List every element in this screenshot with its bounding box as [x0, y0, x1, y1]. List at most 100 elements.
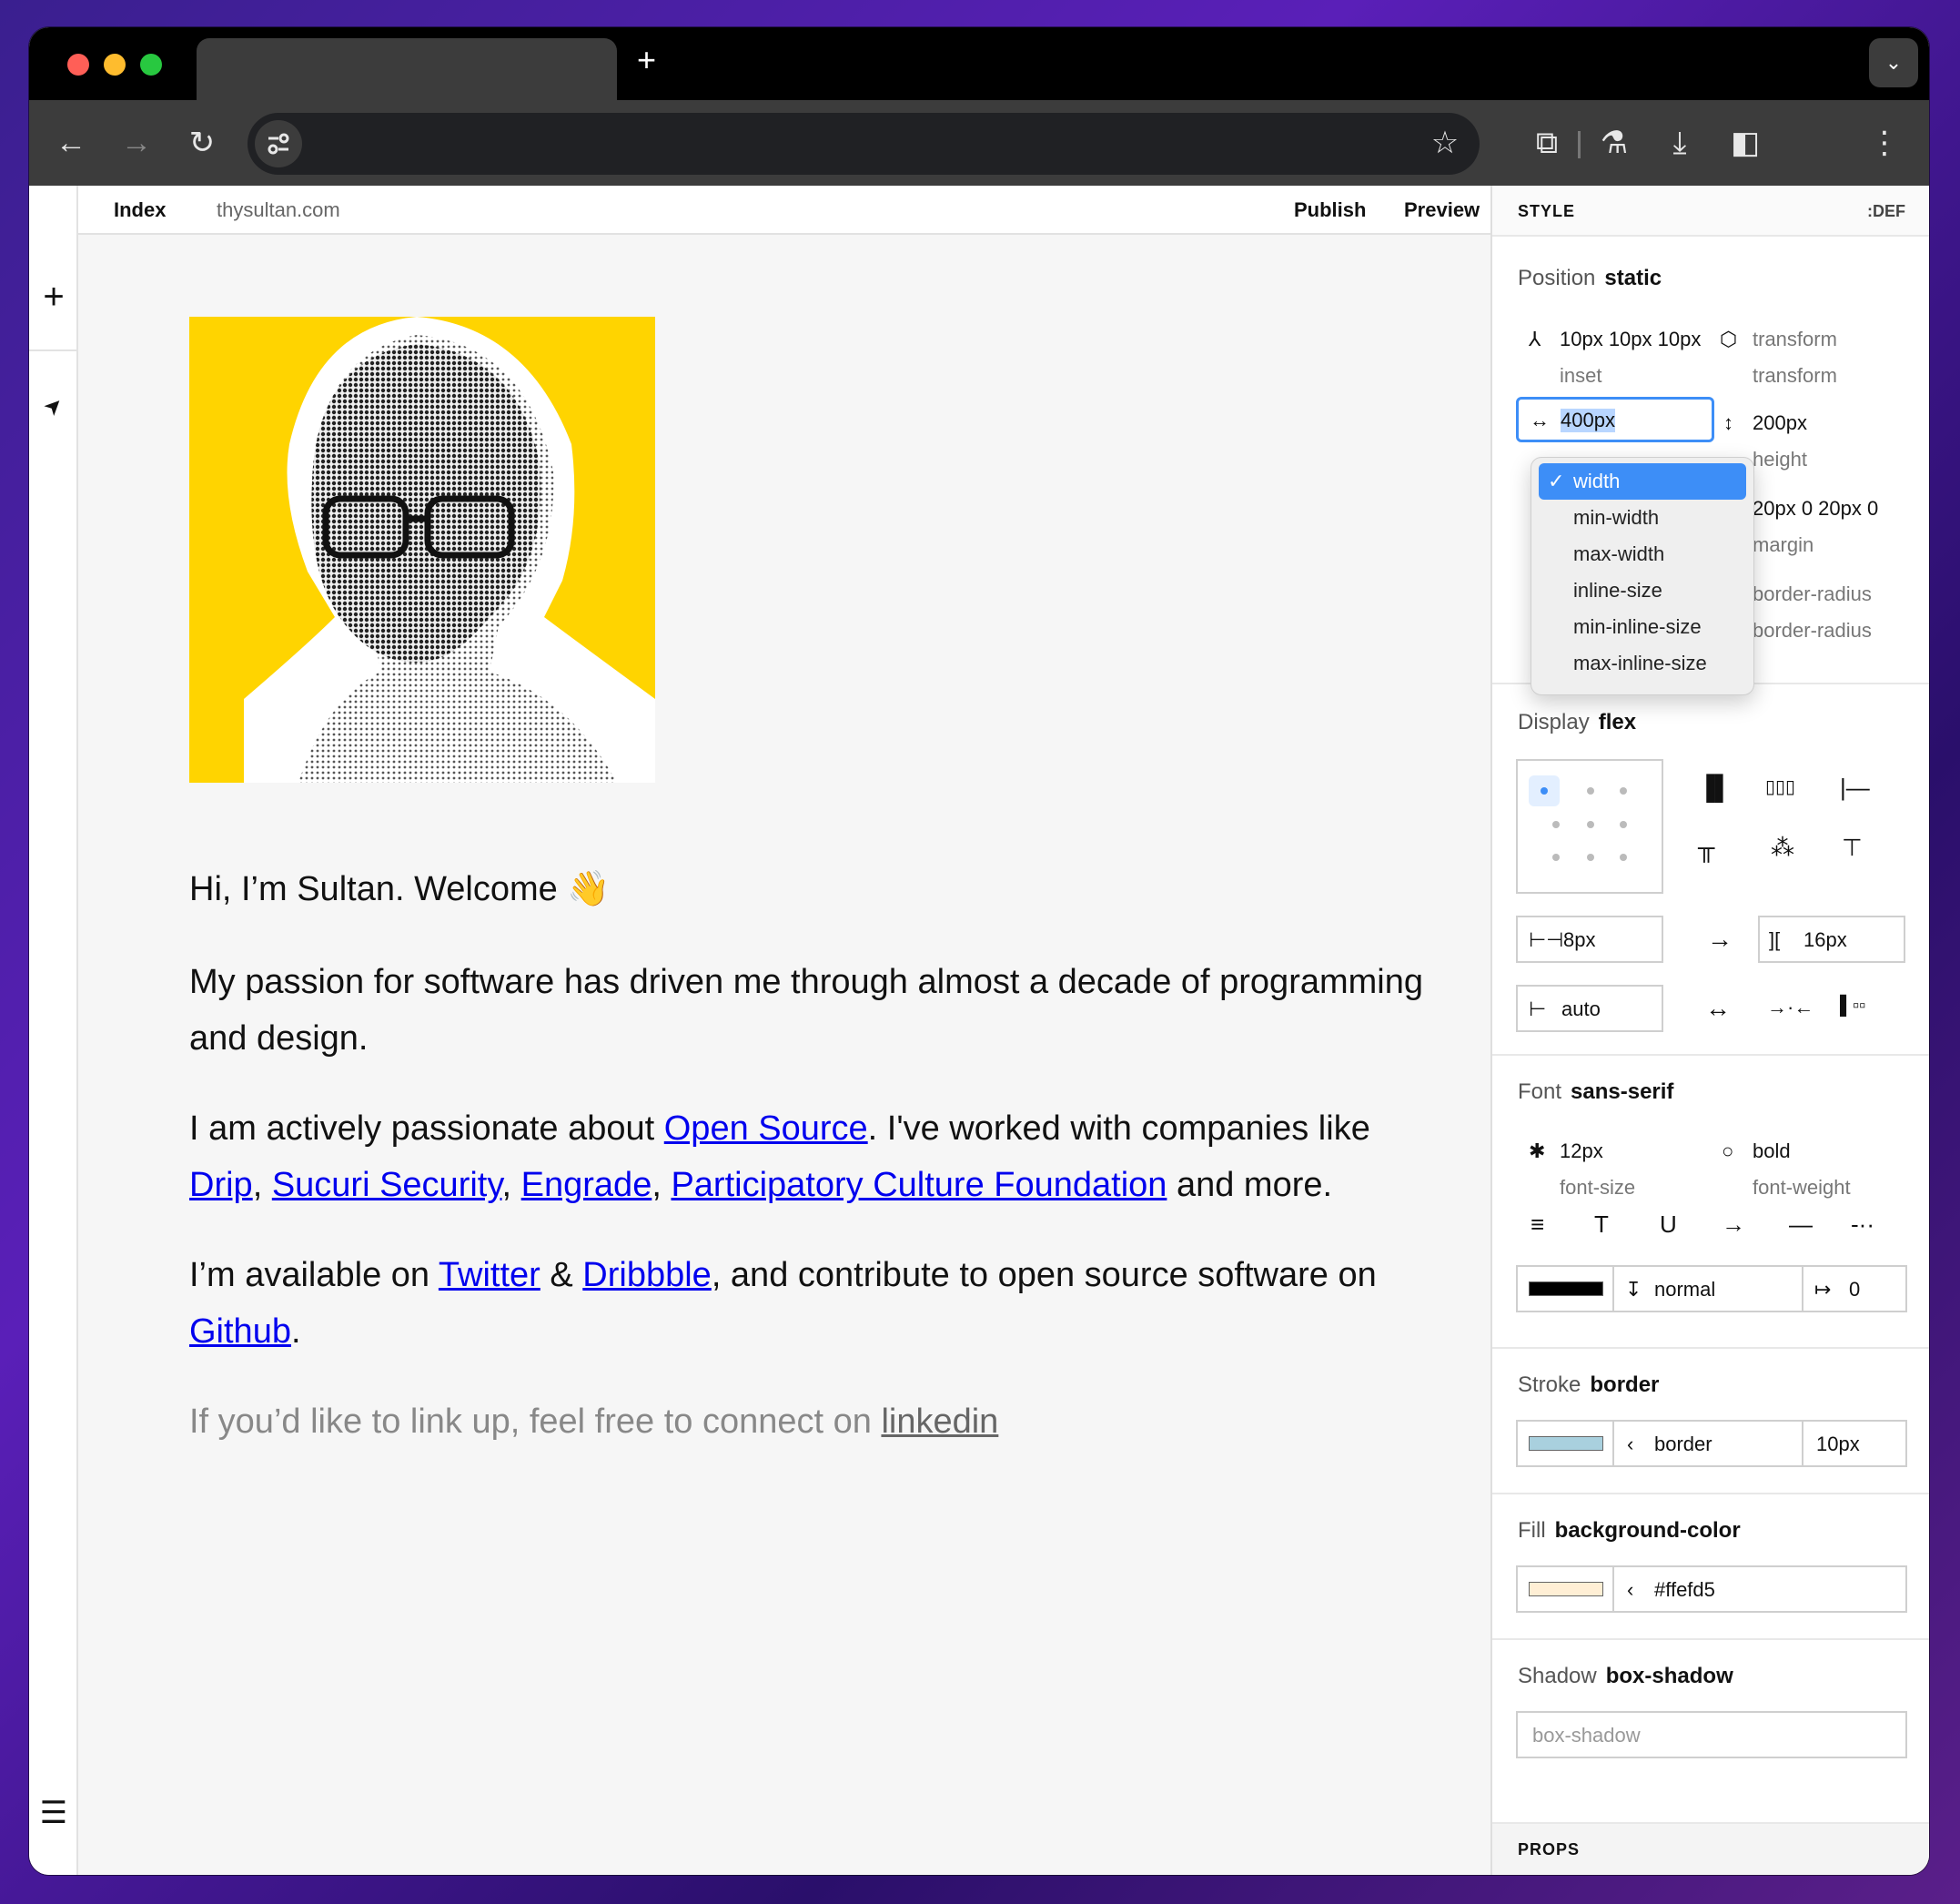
text-align-icon[interactable]: ≡ [1531, 1210, 1544, 1239]
drip-link[interactable]: Drip [189, 1166, 253, 1204]
back-button[interactable]: ← [51, 127, 91, 158]
maximize-window-button[interactable] [140, 54, 162, 76]
stroke-color-swatch[interactable] [1529, 1436, 1603, 1451]
text-overflow-icon[interactable]: -·· [1851, 1210, 1874, 1239]
pcf-link[interactable]: Participatory Culture Foundation [671, 1166, 1167, 1204]
browser-tab[interactable] [197, 38, 617, 100]
fill-value[interactable]: background-color [1555, 1518, 1741, 1543]
site-settings-icon[interactable] [255, 120, 302, 167]
fill-color-input[interactable]: #ffefd5 [1654, 1578, 1715, 1602]
inset-input[interactable]: 10px 10px 10px [1560, 328, 1702, 351]
minimize-window-button[interactable] [104, 54, 126, 76]
add-element-icon[interactable]: + [29, 277, 78, 318]
page-title[interactable]: Index [114, 198, 166, 222]
paragraph-open-source: I am actively passionate about Open Sour… [189, 1109, 1370, 1204]
dropdown-item-max-inline-size[interactable]: max-inline-size [1539, 645, 1746, 682]
dropdown-item-max-width[interactable]: max-width [1539, 536, 1746, 572]
stroke-style-input[interactable]: border [1654, 1433, 1712, 1456]
direction-arrow-icon[interactable]: → [1707, 925, 1733, 954]
border-radius-input[interactable]: border-radius [1753, 582, 1872, 606]
padding-input[interactable]: ][16px [1758, 916, 1905, 963]
fill-color-swatch[interactable] [1529, 1582, 1603, 1596]
margin-input[interactable]: 20px 0 20px 0 [1753, 497, 1878, 521]
shadow-input[interactable]: box-shadow [1516, 1711, 1907, 1758]
distribute-icon[interactable]: ▯▯▯ [1765, 775, 1795, 798]
width-value[interactable]: 400px [1561, 409, 1615, 432]
open-source-link[interactable]: Open Source [664, 1109, 868, 1148]
stroke-value[interactable]: border [1590, 1372, 1659, 1397]
shadow-value[interactable]: box-shadow [1606, 1664, 1733, 1688]
shadow-title: Shadow box-shadow [1518, 1664, 1733, 1689]
sucuri-link[interactable]: Sucuri Security [272, 1166, 502, 1204]
github-link[interactable]: Github [189, 1312, 291, 1351]
basis-input[interactable]: ⊢ auto [1516, 985, 1663, 1032]
dropdown-item-width[interactable]: ✓ width [1539, 463, 1746, 500]
bookmark-star-icon[interactable]: ☆ [1427, 127, 1463, 158]
twitter-link[interactable]: Twitter [439, 1256, 541, 1294]
padding-value[interactable]: 16px [1803, 928, 1847, 952]
space-between-icon[interactable]: ⁂ [1771, 834, 1794, 862]
alignment-grid[interactable] [1516, 759, 1663, 894]
underline-icon[interactable]: U [1660, 1210, 1677, 1239]
navigate-arrow-icon[interactable]: ➤ [29, 380, 80, 433]
align-start-icon[interactable]: ▐▌ [1698, 774, 1732, 802]
address-bar[interactable]: ☆ [248, 113, 1480, 175]
p2-text-1: I am actively passionate about [189, 1109, 664, 1148]
more-menu-icon[interactable]: ⋮ [1869, 127, 1900, 158]
letter-spacing-icon: ↦ [1814, 1278, 1832, 1301]
reload-button[interactable]: ↻ [182, 127, 222, 158]
justify-start-icon[interactable]: |— [1840, 774, 1870, 802]
labs-flask-icon[interactable]: ⚗ [1594, 127, 1634, 158]
transform-label: transform [1753, 364, 1837, 387]
gap-value[interactable]: 8px [1563, 928, 1595, 952]
dropdown-item-min-inline-size[interactable]: min-inline-size [1539, 609, 1746, 645]
grow-icon[interactable]: ↔ [1705, 994, 1731, 1023]
display-value[interactable]: flex [1599, 710, 1636, 734]
preview-button[interactable]: Preview [1404, 198, 1480, 222]
inset-label: inset [1560, 364, 1602, 387]
text-color-swatch[interactable] [1529, 1281, 1603, 1296]
dropdown-item-min-width[interactable]: min-width [1539, 500, 1746, 536]
menu-icon[interactable]: ☰ [29, 1795, 78, 1831]
text-transform-icon[interactable]: T [1594, 1210, 1609, 1239]
tab-search-button[interactable]: ⌄ [1869, 38, 1918, 87]
position-value[interactable]: static [1604, 266, 1662, 290]
line-height-input[interactable]: normal [1654, 1278, 1715, 1301]
close-window-button[interactable] [67, 54, 89, 76]
line-style-icon[interactable]: — [1789, 1210, 1813, 1239]
dropdown-item-inline-size[interactable]: inline-size [1539, 572, 1746, 609]
gap-input[interactable]: ⊢⊣ 8px [1516, 916, 1663, 963]
font-size-input[interactable]: 12px [1560, 1139, 1603, 1163]
extensions-icon[interactable]: ⧉ [1527, 127, 1567, 158]
profile-photo[interactable] [189, 317, 655, 783]
row-divider [1802, 1422, 1803, 1465]
row-divider [1612, 1267, 1614, 1311]
font-value[interactable]: sans-serif [1571, 1079, 1673, 1104]
align-top-icon[interactable]: ╥ [1698, 834, 1714, 862]
shrink-icon[interactable]: →·← [1767, 996, 1814, 1019]
side-panel-icon[interactable]: ◧ [1725, 127, 1765, 158]
letter-spacing-input[interactable]: 0 [1849, 1278, 1860, 1301]
basis-value[interactable]: auto [1561, 998, 1601, 1021]
font-label: Font [1518, 1079, 1562, 1104]
download-icon[interactable]: ⤓ [1660, 127, 1700, 158]
greeting-text: Hi, I’m Sultan. Welcome [189, 870, 558, 908]
forward-button[interactable]: → [116, 127, 157, 158]
dribbble-link[interactable]: Dribbble [582, 1256, 712, 1294]
engrade-link[interactable]: Engrade [521, 1166, 652, 1204]
text-top-icon[interactable]: ⊤ [1842, 834, 1863, 862]
publish-button[interactable]: Publish [1294, 198, 1366, 222]
def-toggle[interactable]: :DEF [1867, 202, 1905, 221]
order-icon[interactable]: ▌▫▫ [1840, 996, 1865, 1017]
props-footer[interactable]: PROPS [1492, 1822, 1929, 1875]
stroke-width-input[interactable]: 10px [1816, 1433, 1860, 1456]
text-direction-icon[interactable]: → [1722, 1210, 1745, 1239]
linkedin-link[interactable]: linkedin [881, 1403, 998, 1441]
height-input[interactable]: 200px [1753, 411, 1807, 435]
font-weight-input[interactable]: bold [1753, 1139, 1791, 1163]
new-tab-button[interactable]: + [637, 44, 656, 76]
width-input[interactable]: ↔ 400px [1516, 397, 1714, 442]
page-canvas[interactable]: Hi, I’m Sultan. Welcome 👋 My passion for… [78, 235, 1520, 1875]
p2-text-2: . I've worked with companies like [867, 1109, 1370, 1148]
transform-input[interactable]: transform [1753, 328, 1837, 351]
